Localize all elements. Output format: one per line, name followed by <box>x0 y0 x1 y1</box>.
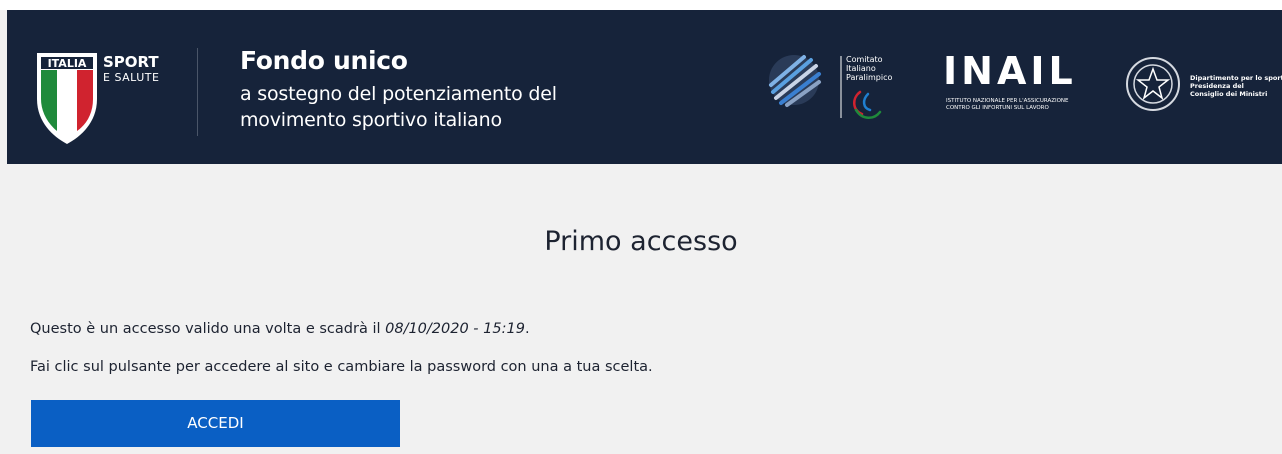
cip-paralimpico: Paralimpico <box>846 73 892 82</box>
top-strip <box>0 0 1282 10</box>
cip-logo[interactable]: Comitato Italiano Paralimpico <box>764 48 914 128</box>
fund-subtitle-line1: a sostegno del potenziamento del <box>240 83 557 105</box>
cip-comitato: Comitato <box>846 55 883 64</box>
inail-line1: ISTITUTO NAZIONALE PER L'ASSICURAZIONE <box>946 98 1069 104</box>
header-divider <box>197 48 198 136</box>
brand-italia: ITALIA <box>48 57 87 70</box>
access-instruction: Fai clic sul pulsante per accedere al si… <box>30 359 653 375</box>
expiry-message-prefix: Questo è un accesso valido una volta e s… <box>30 321 386 337</box>
dipartimento-sport-logo[interactable]: Dipartimento per lo sport Presidenza del… <box>1126 52 1282 118</box>
fund-subtitle-line2: movimento sportivo italiano <box>240 109 502 131</box>
fund-title: Fondo unico <box>240 46 408 75</box>
brand-e-salute: E SALUTE <box>103 71 159 84</box>
dip-line2: Presidenza del <box>1190 82 1244 90</box>
inail-line2: CONTRO GLI INFORTUNI SUL LAVORO <box>946 105 1050 111</box>
cip-italiano: Italiano <box>846 64 876 73</box>
site-header: ITALIA SPORT E SALUTE Fondo unico a sost… <box>7 10 1282 164</box>
dip-line3: Consiglio dei Ministri <box>1190 90 1267 98</box>
brand-sport: SPORT <box>103 53 159 71</box>
expiry-message-suffix: . <box>524 321 530 337</box>
inail-wordmark: INAIL <box>943 50 1077 93</box>
dip-line1: Dipartimento per lo sport <box>1190 74 1282 82</box>
inail-logo[interactable]: INAIL ISTITUTO NAZIONALE PER L'ASSICURAZ… <box>935 50 1105 120</box>
page-title: Primo accesso <box>544 226 738 257</box>
sport-e-salute-logo[interactable]: ITALIA SPORT E SALUTE <box>35 51 195 146</box>
access-expiry-message: Questo è un accesso valido una volta e s… <box>30 321 530 337</box>
accedi-button[interactable]: ACCEDI <box>31 400 400 447</box>
expiry-datetime: 08/10/2020 - 15:19 <box>385 321 525 337</box>
